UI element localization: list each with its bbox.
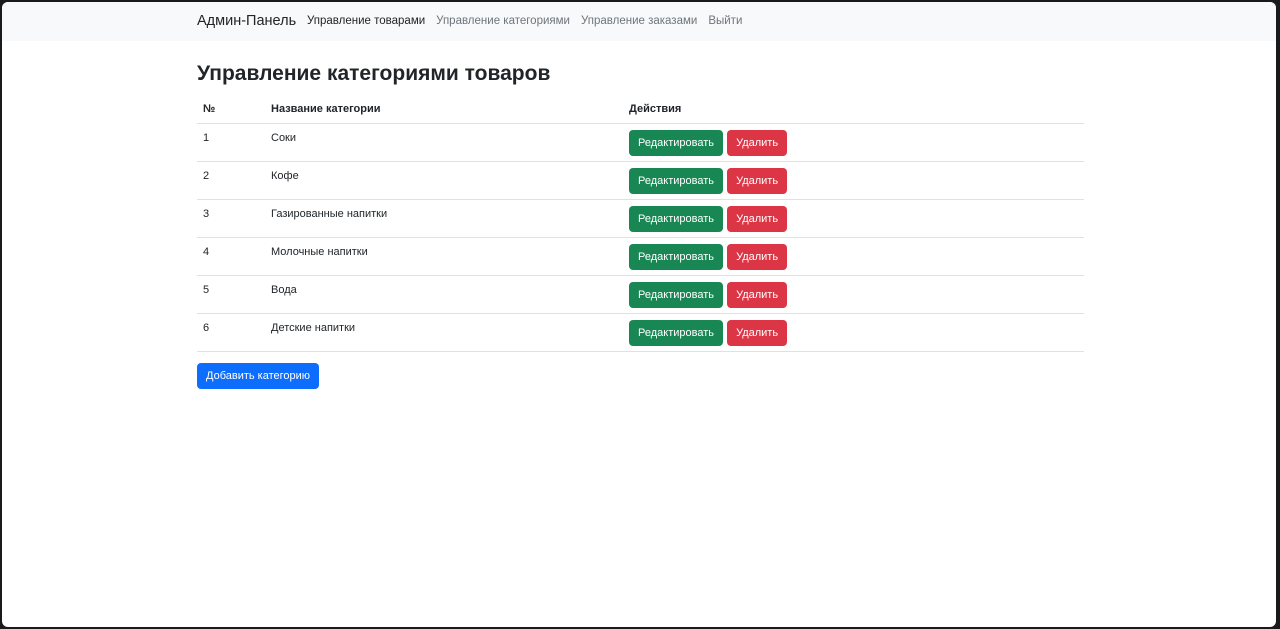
header-number: №: [197, 95, 265, 124]
row-actions: Редактировать Удалить: [623, 313, 1084, 352]
row-actions: Редактировать Удалить: [623, 161, 1084, 200]
edit-button[interactable]: Редактировать: [629, 243, 723, 270]
nav-link-orders[interactable]: Управление заказами: [581, 15, 697, 27]
nav-link-categories[interactable]: Управление категориями: [436, 15, 570, 27]
table-row: 1 Соки Редактировать Удалить: [197, 123, 1084, 162]
row-number: 3: [197, 199, 265, 238]
delete-button[interactable]: Удалить: [727, 129, 788, 156]
edit-button[interactable]: Редактировать: [629, 129, 723, 156]
navbar-brand[interactable]: Админ-Панель: [197, 13, 296, 29]
browser-window: Админ-Панель Управление товарами Управле…: [2, 2, 1276, 627]
nav-link-logout[interactable]: Выйти: [708, 15, 742, 27]
row-actions: Редактировать Удалить: [623, 123, 1084, 162]
table-header: № Название категории Действия: [197, 95, 1084, 124]
table-row: 2 Кофе Редактировать Удалить: [197, 161, 1084, 200]
edit-button[interactable]: Редактировать: [629, 281, 723, 308]
row-actions: Редактировать Удалить: [623, 199, 1084, 238]
row-actions: Редактировать Удалить: [623, 275, 1084, 314]
row-category-name: Молочные напитки: [265, 237, 623, 276]
delete-button[interactable]: Удалить: [727, 319, 788, 346]
table-body: 1 Соки Редактировать Удалить 2 Кофе Редактиро…: [197, 123, 1084, 352]
header-category-name: Название категории: [265, 95, 623, 124]
main-content: Управление категориями товаров № Названи…: [197, 41, 1084, 389]
delete-button[interactable]: Удалить: [727, 243, 788, 270]
nav-links: Управление товарами Управление категория…: [307, 15, 742, 27]
row-category-name: Вода: [265, 275, 623, 314]
table-row: 4 Молочные напитки Редактировать Удалить: [197, 237, 1084, 276]
row-actions: Редактировать Удалить: [623, 237, 1084, 276]
row-category-name: Газированные напитки: [265, 199, 623, 238]
navbar: Админ-Панель Управление товарами Управле…: [2, 2, 1276, 41]
nav-link-products[interactable]: Управление товарами: [307, 15, 425, 27]
row-number: 5: [197, 275, 265, 314]
header-row: № Название категории Действия: [197, 95, 1084, 124]
page-title: Управление категориями товаров: [197, 62, 551, 85]
row-number: 1: [197, 123, 265, 162]
row-category-name: Детские напитки: [265, 313, 623, 352]
add-category-button[interactable]: Добавить категорию: [197, 362, 320, 389]
categories-table: № Название категории Действия 1 Соки Редак…: [197, 95, 1084, 352]
edit-button[interactable]: Редактировать: [629, 167, 723, 194]
edit-button[interactable]: Редактировать: [629, 319, 723, 346]
row-category-name: Кофе: [265, 161, 623, 200]
table-row: 3 Газированные напитки Редактировать Удали…: [197, 199, 1084, 238]
row-number: 6: [197, 313, 265, 352]
delete-button[interactable]: Удалить: [727, 167, 788, 194]
edit-button[interactable]: Редактировать: [629, 205, 723, 232]
row-category-name: Соки: [265, 123, 623, 162]
delete-button[interactable]: Удалить: [727, 205, 788, 232]
table-row: 6 Детские напитки Редактировать Удалить: [197, 313, 1084, 352]
table-row: 5 Вода Редактировать Удалить: [197, 275, 1084, 314]
header-actions: Действия: [623, 95, 1084, 124]
row-number: 2: [197, 161, 265, 200]
row-number: 4: [197, 237, 265, 276]
delete-button[interactable]: Удалить: [727, 281, 788, 308]
